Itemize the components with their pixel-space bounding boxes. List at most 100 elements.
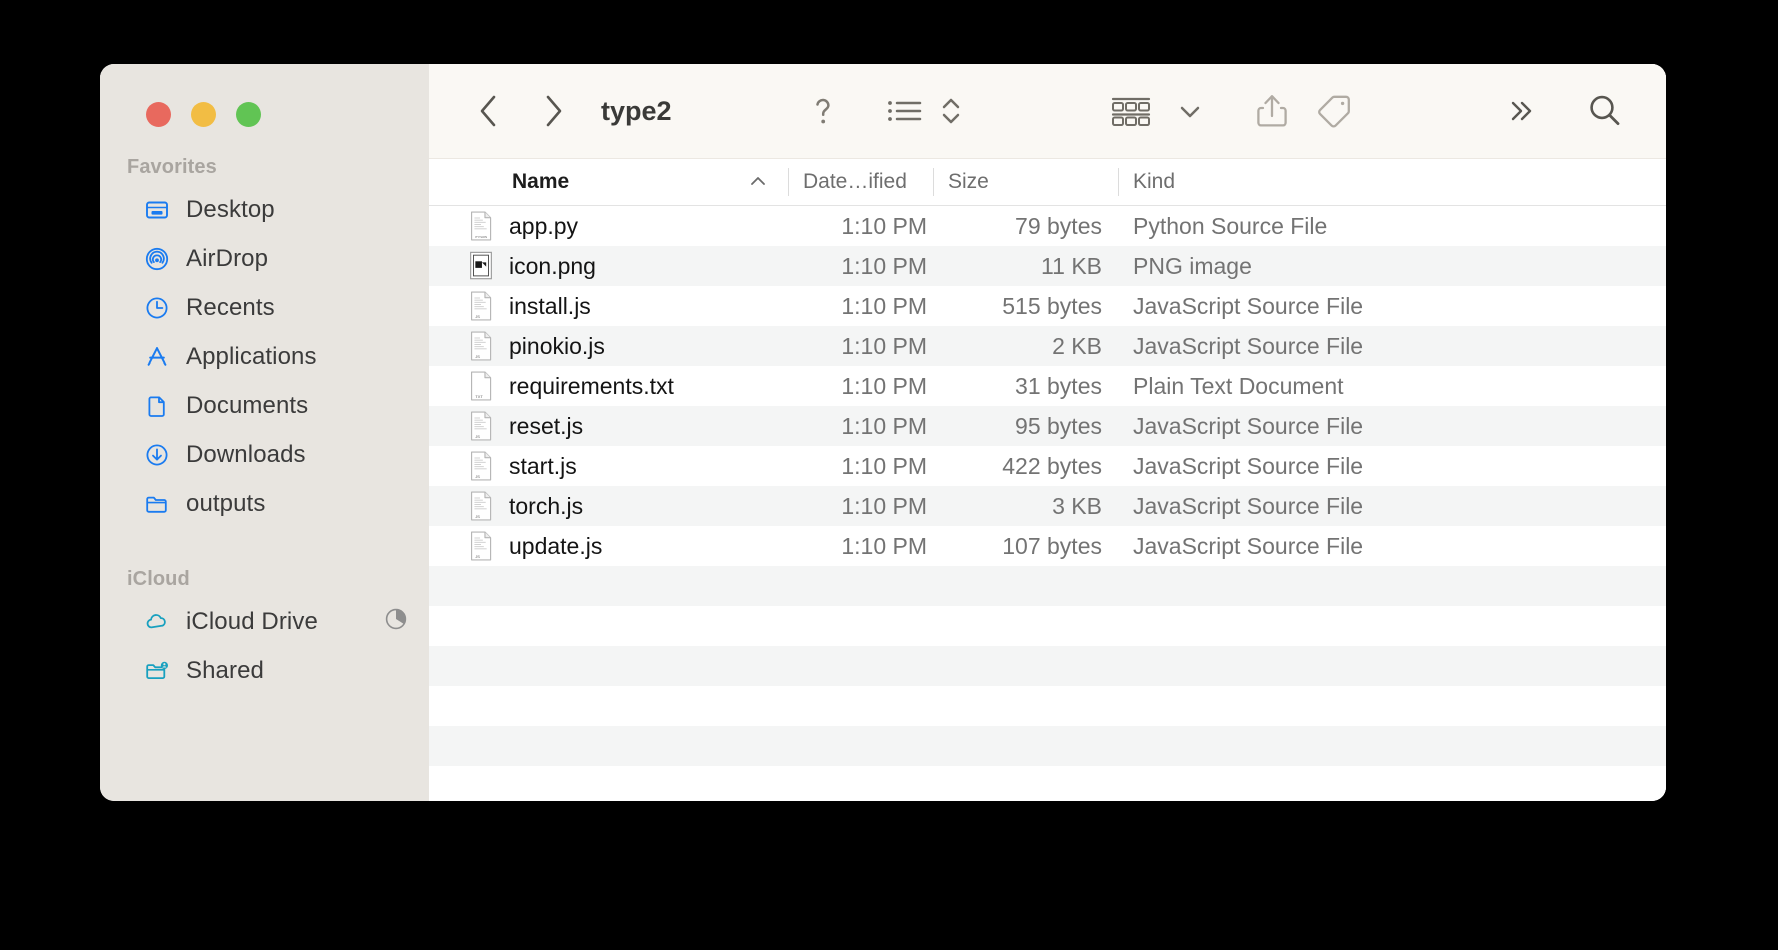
table-row[interactable]: JS reset.js 1:10 PM95 bytesJavaScript Sour…: [429, 406, 1666, 446]
sidebar-item-label: Recents: [186, 294, 275, 322]
file-kind: JavaScript Source File: [1118, 413, 1666, 440]
sidebar-item-label: Applications: [186, 343, 317, 371]
file-name-cell: JS install.js: [429, 290, 788, 322]
table-row[interactable]: JSstart.js1:10 PM422 bytesJavaScript Sou…: [429, 446, 1666, 486]
sidebar-item-label: Desktop: [186, 196, 275, 224]
sort-ascending-icon: [748, 170, 768, 194]
file-size: 422 bytes: [933, 453, 1118, 480]
forward-button[interactable]: [531, 89, 575, 133]
sidebar-item-label: Shared: [186, 657, 264, 685]
file-size: 95 bytes: [933, 413, 1118, 440]
file-date-modified: 1:10 PM: [788, 413, 933, 440]
sync-pie-icon[interactable]: [383, 606, 409, 637]
file-name: reset.js: [509, 413, 583, 440]
content-area: type2: [429, 64, 1666, 801]
file-name: icon.png: [509, 253, 596, 280]
file-kind: JavaScript Source File: [1118, 533, 1666, 560]
js-file-icon: JS: [467, 410, 495, 442]
file-list[interactable]: PYTHONapp.py1:10 PM79 bytesPython Source…: [429, 206, 1666, 801]
column-header-date-label: Date…ified: [803, 170, 907, 194]
sort-toggle-icon[interactable]: [928, 88, 974, 134]
overflow-icon[interactable]: [1494, 88, 1550, 134]
sidebar-item-shared[interactable]: Shared: [100, 646, 429, 695]
back-button[interactable]: [467, 89, 511, 133]
chevron-down-icon[interactable]: [1167, 88, 1213, 134]
empty-row: [429, 726, 1666, 766]
column-header-size[interactable]: Size: [933, 159, 1118, 205]
view-control-group: [882, 88, 974, 134]
sidebar-item-label: AirDrop: [186, 245, 268, 273]
file-name: pinokio.js: [509, 333, 605, 360]
file-name-cell: PYTHON app.py: [429, 210, 788, 242]
svg-text:JS: JS: [475, 474, 480, 479]
file-name: install.js: [509, 293, 591, 320]
zoom-button[interactable]: [236, 102, 261, 127]
list-view-icon[interactable]: [882, 88, 928, 134]
file-size: 107 bytes: [933, 533, 1118, 560]
column-header-name[interactable]: Name: [429, 159, 788, 205]
sidebar-item-documents[interactable]: Documents: [100, 381, 429, 430]
file-kind: Python Source File: [1118, 213, 1666, 240]
svg-text:JS: JS: [475, 554, 480, 559]
table-row[interactable]: TXTrequirements.txt1:10 PM31 bytesPlain …: [429, 366, 1666, 406]
table-row[interactable]: JSinstall.js1:10 PM515 bytesJavaScript S…: [429, 286, 1666, 326]
file-name-cell: JS reset.js: [429, 410, 788, 442]
table-row[interactable]: JS update.js 1:10 PM107 bytesJavaScript So…: [429, 526, 1666, 566]
table-row[interactable]: JStorch.js1:10 PM3 KBJavaScript Source F…: [429, 486, 1666, 526]
file-name: app.py: [509, 213, 578, 240]
minimize-button[interactable]: [191, 102, 216, 127]
empty-row: [429, 566, 1666, 606]
file-date-modified: 1:10 PM: [788, 533, 933, 560]
sidebar-item-label: Downloads: [186, 441, 306, 469]
shared-folder-icon: [144, 658, 170, 684]
sidebar-item-airdrop[interactable]: AirDrop: [100, 234, 429, 283]
sidebar-item-downloads[interactable]: Downloads: [100, 430, 429, 479]
cloud-icon: [144, 609, 170, 635]
sidebar-item-outputs[interactable]: outputs: [100, 479, 429, 528]
file-kind: PNG image: [1118, 253, 1666, 280]
sidebar-item-recents[interactable]: Recents: [100, 283, 429, 332]
table-row[interactable]: JSpinokio.js1:10 PM2 KBJavaScript Source…: [429, 326, 1666, 366]
group-items-icon[interactable]: [1103, 88, 1159, 134]
png-image-icon: [467, 250, 495, 282]
document-icon: [144, 393, 170, 419]
svg-text:TXT: TXT: [475, 394, 483, 399]
table-row[interactable]: icon.png1:10 PM11 KBPNG image: [429, 246, 1666, 286]
downloads-icon: [144, 442, 170, 468]
toolbar: type2: [429, 64, 1666, 159]
sidebar-section-icloud: iCloud: [100, 568, 429, 591]
sidebar-item-applications[interactable]: Applications: [100, 332, 429, 381]
close-button[interactable]: [146, 102, 171, 127]
file-name: start.js: [509, 453, 577, 480]
svg-text:JS: JS: [475, 434, 480, 439]
column-header-kind[interactable]: Kind: [1118, 159, 1666, 205]
svg-text:JS: JS: [475, 314, 480, 319]
file-name-cell: TXT requirements.txt: [429, 370, 788, 402]
sidebar-item-desktop[interactable]: Desktop: [100, 185, 429, 234]
group-control-group: [1103, 88, 1213, 134]
table-row[interactable]: PYTHONapp.py1:10 PM79 bytesPython Source…: [429, 206, 1666, 246]
file-name-cell: icon.png: [429, 250, 788, 282]
file-name: torch.js: [509, 493, 583, 520]
share-icon[interactable]: [1241, 88, 1303, 134]
file-date-modified: 1:10 PM: [788, 453, 933, 480]
txt-file-icon: TXT: [467, 370, 495, 402]
search-icon[interactable]: [1574, 88, 1636, 134]
file-size: 11 KB: [933, 253, 1118, 280]
sidebar: Favorites Desktop AirDrop Recents Applic…: [100, 64, 429, 801]
column-header-size-label: Size: [948, 170, 989, 194]
python-file-icon: PYTHON: [467, 210, 495, 242]
file-kind: JavaScript Source File: [1118, 493, 1666, 520]
tag-icon[interactable]: [1303, 88, 1365, 134]
js-file-icon: JS: [467, 490, 495, 522]
file-date-modified: 1:10 PM: [788, 213, 933, 240]
file-name-cell: JS pinokio.js: [429, 330, 788, 362]
help-icon[interactable]: [800, 88, 846, 134]
empty-row: [429, 646, 1666, 686]
sidebar-item-icloud-drive[interactable]: iCloud Drive: [100, 597, 429, 646]
file-name: update.js: [509, 533, 602, 560]
file-date-modified: 1:10 PM: [788, 333, 933, 360]
column-header-date-modified[interactable]: Date…ified: [788, 159, 933, 205]
file-name: requirements.txt: [509, 373, 674, 400]
svg-text:JS: JS: [475, 354, 480, 359]
